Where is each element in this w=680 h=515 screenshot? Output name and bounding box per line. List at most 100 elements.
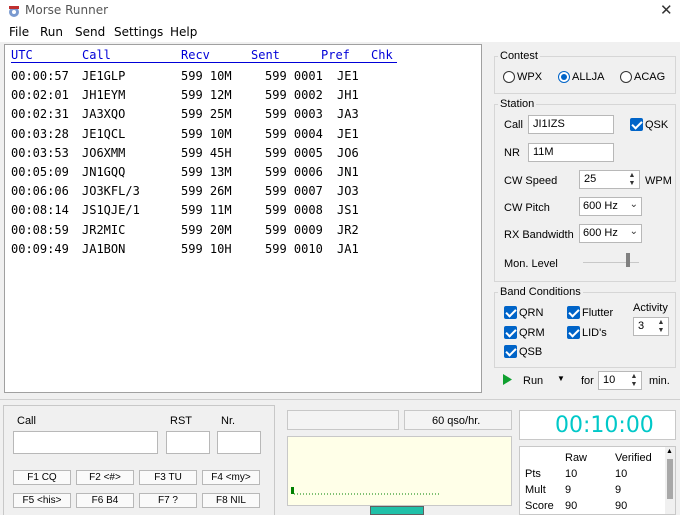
spin-up-icon[interactable]: ▲ — [627, 172, 637, 180]
f7-query-button[interactable]: F7 ? — [139, 493, 197, 508]
log-row: 00:02:01 JH1EYM 599 12M 599 0002 JH1 — [5, 88, 475, 106]
score-col-verified: Verified — [615, 452, 652, 464]
log-header-call: Call — [82, 48, 111, 62]
lids-checkbox[interactable] — [567, 326, 580, 339]
entry-nr-input[interactable] — [217, 431, 261, 454]
log-cell: JO6 — [337, 145, 359, 160]
rate-blank-box — [287, 410, 399, 430]
mon-level-slider[interactable] — [583, 253, 639, 267]
slider-thumb[interactable] — [625, 253, 630, 267]
log-cell: JA1BON — [82, 241, 126, 256]
station-call-input[interactable]: JI1IZS — [528, 115, 614, 134]
log-cell: JS1QJE/1 — [82, 203, 140, 218]
entry-nr-label: Nr. — [221, 415, 236, 427]
rate-graph-plot — [291, 487, 440, 495]
chevron-down-icon: ⌄ — [629, 199, 638, 210]
activity-value: 3 — [638, 320, 645, 332]
run-button[interactable]: Run — [523, 375, 543, 387]
log-cell: 599 0006 — [265, 165, 323, 179]
log-cell: 599 10M — [181, 126, 232, 141]
contest-title: Contest — [498, 50, 540, 62]
spin-down-icon[interactable]: ▼ — [656, 327, 666, 335]
log-cell: 00:06:06 — [11, 184, 69, 199]
spin-down-icon[interactable]: ▼ — [627, 180, 637, 188]
spin-down-icon[interactable]: ▼ — [629, 381, 639, 389]
f2-exchange-button[interactable]: F2 <#> — [76, 470, 134, 485]
station-title: Station — [498, 98, 537, 110]
f4-my-button[interactable]: F4 <my> — [202, 470, 260, 485]
rate-graph — [287, 436, 512, 506]
menu-settings[interactable]: Settings — [114, 25, 163, 39]
qsk-label: QSK — [645, 119, 669, 131]
log-cell: 599 0001 — [265, 69, 323, 83]
spin-up-icon[interactable]: ▲ — [656, 319, 666, 327]
menu-run[interactable]: Run — [40, 25, 63, 39]
f1-cq-button[interactable]: F1 CQ — [13, 470, 71, 485]
log-cell: JE1GLP — [82, 69, 126, 83]
f3-tu-button[interactable]: F3 TU — [139, 470, 197, 485]
log-cell: JO6XMM — [82, 145, 126, 160]
wpm-label: WPM — [645, 175, 672, 187]
f8-nil-button[interactable]: F8 NIL — [202, 493, 260, 508]
cw-speed-spinner[interactable]: 25 ▲ ▼ — [579, 170, 640, 189]
entry-call-input[interactable] — [13, 431, 158, 454]
log-cell: 599 25M — [181, 107, 232, 122]
log-cell: 00:02:31 — [11, 107, 69, 122]
log-cell: 599 0008 — [265, 203, 323, 218]
run-dropdown-icon[interactable]: ▼ — [557, 374, 565, 383]
log-cell: JR2MIC — [82, 222, 126, 237]
radio-acag[interactable] — [620, 71, 632, 83]
flutter-checkbox[interactable] — [567, 306, 580, 319]
run-for-label: for — [581, 375, 594, 387]
clock-display: 00:10:00 — [555, 413, 654, 438]
cw-speed-label: CW Speed — [504, 175, 558, 187]
scroll-up-icon[interactable]: ▲ — [666, 448, 673, 455]
qsk-checkbox[interactable] — [630, 118, 643, 131]
entry-rst-input[interactable] — [166, 431, 210, 454]
activity-spinner[interactable]: 3 ▲ ▼ — [633, 317, 669, 336]
qsb-checkbox[interactable] — [504, 345, 517, 358]
score-row-label: Score — [525, 500, 554, 512]
radio-allja[interactable] — [558, 71, 570, 83]
flutter-label: Flutter — [582, 307, 614, 319]
score-scrollbar[interactable]: ▲ — [665, 447, 675, 514]
close-icon[interactable]: ✕ — [660, 1, 673, 19]
chevron-down-icon: ⌄ — [629, 226, 638, 237]
qso-log[interactable]: UTC Call Recv Sent Pref Chk 00:00:57 JE1G… — [4, 44, 482, 393]
cw-pitch-select[interactable]: 600 Hz ⌄ — [579, 197, 642, 216]
log-cell: 599 0010 — [265, 241, 323, 256]
log-cell: 599 13M — [181, 165, 232, 179]
log-cell: JN1 — [337, 165, 359, 179]
rate-graph-bar — [291, 487, 294, 494]
log-cell: 599 0003 — [265, 107, 323, 122]
entry-call-label: Call — [17, 415, 36, 427]
log-row: 00:06:06 JO3KFL/3 599 26M 599 0007 JO3 — [5, 184, 475, 202]
f5-his-button[interactable]: F5 <his> — [13, 493, 71, 508]
run-play-icon[interactable] — [503, 374, 512, 385]
score-cell: 10 — [615, 468, 628, 480]
menu-file[interactable]: File — [9, 25, 29, 39]
station-nr-input[interactable]: 11M — [528, 143, 614, 162]
score-cell: 10 — [565, 468, 578, 480]
log-cell: JE1QCL — [82, 126, 126, 141]
score-row-label: Pts — [525, 468, 541, 480]
log-cell: JH1EYM — [82, 88, 126, 103]
station-nr-label: NR — [504, 147, 520, 159]
menu-send[interactable]: Send — [75, 25, 105, 39]
spin-up-icon[interactable]: ▲ — [629, 373, 639, 381]
qrm-checkbox[interactable] — [504, 326, 517, 339]
run-minutes-spinner[interactable]: 10 ▲ ▼ — [598, 371, 642, 390]
log-cell: 599 45H — [181, 145, 232, 160]
log-cell: 599 0009 — [265, 222, 323, 237]
radio-acag-label: ACAG — [634, 71, 666, 83]
qrn-checkbox[interactable] — [504, 306, 517, 319]
radio-wpx[interactable] — [503, 71, 515, 83]
f6-b4-button[interactable]: F6 B4 — [76, 493, 134, 508]
time-progress-bar — [370, 506, 424, 515]
log-header-utc: UTC — [11, 48, 33, 62]
menu-help[interactable]: Help — [170, 25, 197, 39]
scroll-thumb[interactable] — [667, 459, 673, 499]
rx-bandwidth-select[interactable]: 600 Hz ⌄ — [579, 224, 642, 243]
log-row: 00:00:57 JE1GLP 599 10M 599 0001 JE1 — [5, 69, 475, 87]
log-header-underline — [11, 62, 397, 63]
